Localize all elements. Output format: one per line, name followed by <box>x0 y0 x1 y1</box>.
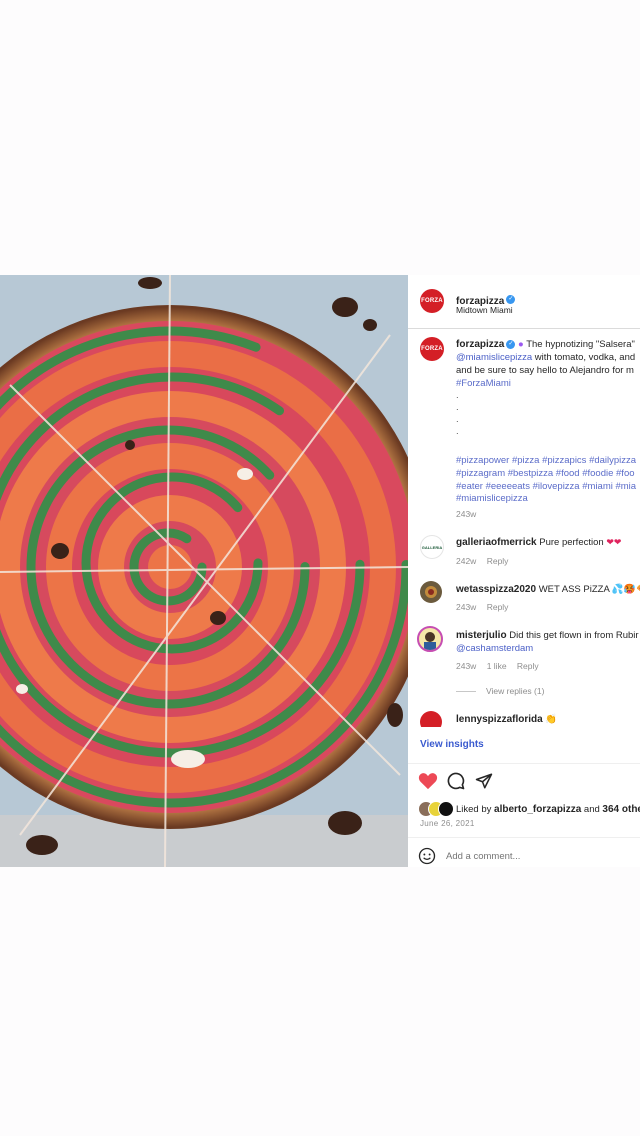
post-details-panel: FORZA forzapizza ✓ Midtown Miami FORZA fo… <box>408 275 640 867</box>
header-location[interactable]: Midtown Miami <box>456 305 513 315</box>
clap-emoji-icon: 👏 <box>545 714 558 725</box>
caption-line-3: and be sure to say hello to Alejandro fo… <box>456 365 634 376</box>
caption-hashtag[interactable]: #ForzaMiami <box>456 378 511 389</box>
caption-line-1: forzapizza ✓ ● The hypnotizing "Salsera" <box>456 339 635 350</box>
caption-dot: . <box>456 426 459 437</box>
caption-tags-1[interactable]: #pizzapower #pizza #pizzapics #dailypizz… <box>456 455 636 466</box>
comment-username[interactable]: misterjulio <box>456 630 507 641</box>
caption-line-2: @miamislicepizza with tomato, vodka, and <box>456 352 636 363</box>
post-photo[interactable] <box>0 275 408 867</box>
verified-badge-icon: ✓ <box>506 339 516 349</box>
instagram-post: FORZA forzapizza ✓ Midtown Miami FORZA fo… <box>0 275 640 867</box>
header-divider <box>408 328 640 329</box>
comment-1-meta: 242w Reply <box>456 556 509 566</box>
comment-3-text: misterjulio Did this get flown in from R… <box>456 630 639 641</box>
comment-username[interactable]: galleriaofmerrick <box>456 537 537 548</box>
view-replies-button[interactable]: View replies (1) <box>486 686 544 696</box>
caption-dot: . <box>456 402 459 413</box>
verified-badge-icon: ✓ <box>506 295 516 305</box>
paper-plane-icon[interactable] <box>475 772 493 795</box>
caption-tags-2[interactable]: #pizzagram #bestpizza #food #foodie #foo <box>456 468 635 479</box>
comment-username[interactable]: lennyspizzaflorida <box>456 714 543 725</box>
reply-button[interactable]: Reply <box>517 661 539 671</box>
commenter-avatar[interactable] <box>420 581 442 603</box>
post-date: June 26, 2021 <box>420 819 475 828</box>
caption-time: 243w <box>456 509 477 519</box>
caption-mention[interactable]: @miamislicepizza <box>456 352 532 363</box>
liker-avatars[interactable] <box>418 801 458 817</box>
comment-1-text: galleriaofmerrick Pure perfection ❤❤ <box>456 537 622 548</box>
comment-icon[interactable] <box>447 772 465 795</box>
liked-by-others[interactable]: 364 othe <box>602 804 640 815</box>
caption-username[interactable]: forzapizza <box>456 339 504 350</box>
comment-2-meta: 243w Reply <box>456 602 509 612</box>
comment-box-divider <box>408 837 640 838</box>
comment-username[interactable]: wetasspizza2020 <box>456 584 536 595</box>
add-comment-input[interactable] <box>446 847 626 865</box>
comment-4-text: lennyspizzaflorida 👏 <box>456 714 557 725</box>
commenter-avatar[interactable]: GALLERIA <box>420 535 444 559</box>
caption-tags-4[interactable]: #miamislicepizza <box>456 493 528 504</box>
comment-2-text: wetasspizza2020 WET ASS PiZZA 💦🥵🍕 <box>456 584 640 595</box>
heart-filled-icon[interactable] <box>418 772 438 795</box>
caption-dot: . <box>456 414 459 425</box>
pizza-image <box>0 275 408 867</box>
profile-avatar[interactable]: FORZA <box>420 289 444 313</box>
caption-dot: . <box>456 390 459 401</box>
spiral-emoji-icon: ● <box>517 339 524 350</box>
view-replies-line <box>456 691 476 692</box>
emoji-icon: 💦🥵🍕 <box>611 584 640 595</box>
commenter-avatar[interactable] <box>417 626 443 652</box>
reply-button[interactable]: Reply <box>487 556 509 566</box>
comment-3-mention[interactable]: @cashamsterdam <box>456 643 533 654</box>
liked-by-user[interactable]: alberto_forzapizza <box>494 804 581 815</box>
likes-count[interactable]: 1 like <box>487 661 507 671</box>
actions-divider <box>408 763 640 764</box>
view-insights-link[interactable]: View insights <box>420 739 484 750</box>
comment-3-meta: 243w 1 like Reply <box>456 661 539 671</box>
caption-avatar[interactable]: FORZA <box>420 337 444 361</box>
reply-button[interactable]: Reply <box>487 602 509 612</box>
caption-tags-3[interactable]: #eater #eeeeeats #ilovepizza #miami #mia <box>456 481 636 492</box>
liked-by-text: Liked by alberto_forzapizza and 364 othe <box>456 804 640 815</box>
comment-clip <box>408 727 640 737</box>
smiley-icon[interactable] <box>418 847 436 867</box>
heart-emoji-icon: ❤❤ <box>606 537 622 547</box>
